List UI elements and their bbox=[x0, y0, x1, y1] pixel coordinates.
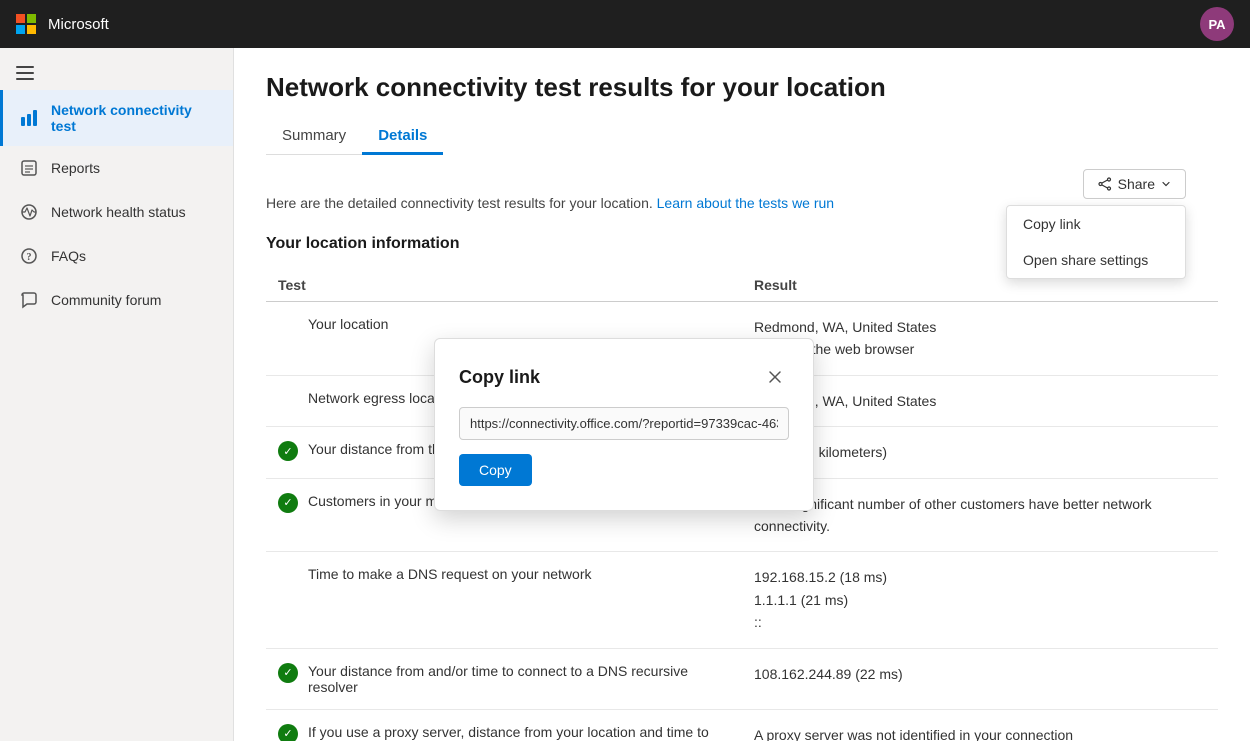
result-text: A proxy server was not identified in you… bbox=[754, 727, 1073, 741]
topbar: Microsoft PA bbox=[0, 0, 1250, 48]
result-text: 1.1.1.1 (21 ms) bbox=[754, 592, 848, 608]
close-icon bbox=[768, 370, 782, 384]
test-label: Time to make a DNS request on your netwo… bbox=[308, 566, 592, 582]
share-button-label: Share bbox=[1118, 176, 1155, 192]
modal-header: Copy link bbox=[459, 363, 789, 391]
main-content: Network connectivity test results for yo… bbox=[234, 48, 1250, 741]
col-header-test: Test bbox=[266, 269, 742, 302]
sidebar-item-network-health-status[interactable]: Network health status bbox=[0, 190, 233, 234]
learn-more-link[interactable]: Learn about the tests we run bbox=[657, 195, 834, 211]
table-cell-result: 192.168.15.2 (18 ms)1.1.1.1 (21 ms):: bbox=[742, 552, 1218, 648]
modal-close-button[interactable] bbox=[761, 363, 789, 391]
status-check-icon: ✓ bbox=[278, 663, 298, 683]
sidebar-label-network-connectivity-test: Network connectivity test bbox=[51, 102, 217, 134]
table-cell-test: Time to make a DNS request on your netwo… bbox=[266, 552, 742, 648]
share-dropdown-open-share-settings[interactable]: Open share settings bbox=[1007, 242, 1185, 278]
table-row: ✓ If you use a proxy server, distance fro… bbox=[266, 709, 1218, 741]
network-icon bbox=[19, 108, 39, 128]
share-area: Share Copy link Open share settings bbox=[1083, 169, 1186, 199]
table-cell-result: A proxy server was not identified in you… bbox=[742, 709, 1218, 741]
share-icon bbox=[1098, 177, 1112, 191]
table-cell-test: ✓ Your distance from and/or time to conne… bbox=[266, 648, 742, 709]
url-input[interactable] bbox=[459, 407, 789, 440]
hamburger-line-3 bbox=[16, 78, 34, 80]
forum-icon bbox=[19, 290, 39, 310]
hamburger-line-2 bbox=[16, 72, 34, 74]
logo-square-1 bbox=[16, 14, 25, 23]
sidebar-label-reports: Reports bbox=[51, 160, 100, 176]
logo-square-2 bbox=[27, 14, 36, 23]
hamburger-line-1 bbox=[16, 66, 34, 68]
sidebar-label-faqs: FAQs bbox=[51, 248, 86, 264]
result-text: 108.162.244.89 (22 ms) bbox=[754, 666, 903, 682]
result-text: Redmond, WA, United States bbox=[754, 319, 936, 335]
result-text: 192.168.15.2 (18 ms) bbox=[754, 569, 887, 585]
description-text: Here are the detailed connectivity test … bbox=[266, 195, 653, 211]
hamburger-menu[interactable] bbox=[0, 56, 233, 90]
microsoft-logo bbox=[16, 14, 36, 34]
sidebar-item-reports[interactable]: Reports bbox=[0, 146, 233, 190]
table-row: Time to make a DNS request on your netwo… bbox=[266, 552, 1218, 648]
test-label: Your location bbox=[308, 316, 388, 332]
logo-square-4 bbox=[27, 25, 36, 34]
health-icon bbox=[19, 202, 39, 222]
chevron-down-icon bbox=[1161, 179, 1171, 189]
status-check-icon: ✓ bbox=[278, 493, 298, 513]
sidebar-label-network-health-status: Network health status bbox=[51, 204, 186, 220]
table-row: ✓ Your distance from and/or time to conne… bbox=[266, 648, 1218, 709]
table-cell-test: ✓ If you use a proxy server, distance fro… bbox=[266, 709, 742, 741]
sidebar-item-community-forum[interactable]: Community forum bbox=[0, 278, 233, 322]
layout: Network connectivity test Reports bbox=[0, 48, 1250, 741]
table-cell-result: 108.162.244.89 (22 ms) bbox=[742, 648, 1218, 709]
share-button[interactable]: Share bbox=[1083, 169, 1186, 199]
sidebar: Network connectivity test Reports bbox=[0, 48, 234, 741]
test-label: If you use a proxy server, distance from… bbox=[308, 724, 730, 741]
sidebar-item-faqs[interactable]: ? FAQs bbox=[0, 234, 233, 278]
result-text: :: bbox=[754, 614, 762, 630]
tab-details[interactable]: Details bbox=[362, 119, 443, 155]
tabs: Summary Details bbox=[266, 119, 443, 155]
share-dropdown-copy-link[interactable]: Copy link bbox=[1007, 206, 1185, 242]
copy-button[interactable]: Copy bbox=[459, 454, 532, 486]
sidebar-item-network-connectivity-test[interactable]: Network connectivity test bbox=[0, 90, 233, 146]
user-avatar[interactable]: PA bbox=[1200, 7, 1234, 41]
tab-summary[interactable]: Summary bbox=[266, 119, 362, 155]
svg-text:?: ? bbox=[27, 252, 32, 263]
logo-square-3 bbox=[16, 25, 25, 34]
page-title: Network connectivity test results for yo… bbox=[266, 72, 1218, 103]
topbar-title: Microsoft bbox=[48, 16, 109, 33]
copy-link-modal: Copy link Copy bbox=[434, 338, 814, 511]
faq-icon: ? bbox=[19, 246, 39, 266]
modal-title: Copy link bbox=[459, 367, 540, 388]
topbar-left: Microsoft bbox=[16, 14, 109, 34]
sidebar-label-community-forum: Community forum bbox=[51, 292, 161, 308]
share-dropdown: Copy link Open share settings bbox=[1006, 205, 1186, 279]
reports-icon bbox=[19, 158, 39, 178]
status-check-icon: ✓ bbox=[278, 441, 298, 461]
hamburger-icon bbox=[16, 66, 34, 80]
status-check-icon: ✓ bbox=[278, 724, 298, 741]
test-label: Your distance from and/or time to connec… bbox=[308, 663, 730, 695]
